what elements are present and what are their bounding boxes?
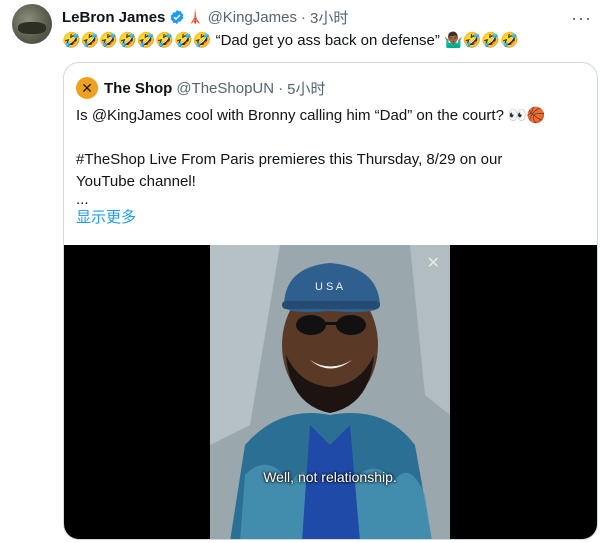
show-more-link[interactable]: 显示更多	[76, 207, 586, 229]
more-options-icon[interactable]: ···	[571, 8, 592, 29]
quoted-tweet-card[interactable]: ✕ The Shop @TheShopUN · 5小时 Is @KingJame…	[63, 62, 598, 540]
shrug-laughing-emoji-group: 🤷🏾‍♂️🤣🤣🤣	[444, 31, 519, 49]
quoted-line-3: YouTube channel!	[76, 173, 196, 190]
video-player[interactable]: U S A ✕ Well, not relationship.	[64, 245, 597, 539]
quoted-ellipsis: ...	[76, 191, 89, 208]
tweet-quote-text: “Dad get yo ass back on defense”	[215, 32, 440, 49]
separator-dot: ·	[278, 79, 284, 97]
author-name[interactable]: LeBron James	[62, 9, 165, 26]
video-frame[interactable]: U S A ✕ Well, not relationship.	[210, 245, 450, 539]
svg-text:U S A: U S A	[315, 281, 344, 293]
author-handle[interactable]: @KingJames	[208, 9, 297, 26]
quoted-line-1: Is @KingJames cool with Bronny calling h…	[76, 107, 546, 124]
quoted-tweet-header: ✕ The Shop @TheShopUN · 5小时	[76, 77, 325, 99]
tweet-header: LeBron James 🗼 @KingJames · 3小时	[62, 6, 348, 28]
tweet-time[interactable]: 3小时	[310, 7, 348, 28]
verified-badge-icon	[171, 10, 184, 24]
quoted-author-name[interactable]: The Shop	[104, 80, 172, 97]
separator-dot: ·	[301, 8, 306, 26]
video-caption: Well, not relationship.	[263, 469, 397, 485]
quoted-line-2: #TheShop Live From Paris premieres this …	[76, 151, 503, 168]
eiffel-tower-icon: 🗼	[187, 9, 204, 25]
the-shop-avatar[interactable]: ✕	[76, 77, 98, 99]
person-figure: U S A	[210, 245, 450, 539]
tweet-text: 🤣🤣🤣🤣🤣🤣🤣🤣 “Dad get yo ass back on defense…	[62, 31, 519, 49]
the-shop-watermark-icon: ✕	[426, 255, 440, 272]
quoted-author-handle[interactable]: @TheShopUN	[176, 80, 274, 97]
author-avatar[interactable]	[12, 4, 52, 44]
laughing-emoji-group: 🤣🤣🤣🤣🤣🤣🤣🤣	[62, 31, 212, 49]
quoted-tweet-time[interactable]: 5小时	[287, 78, 325, 99]
quoted-tweet-body: Is @KingJames cool with Bronny calling h…	[76, 105, 586, 229]
